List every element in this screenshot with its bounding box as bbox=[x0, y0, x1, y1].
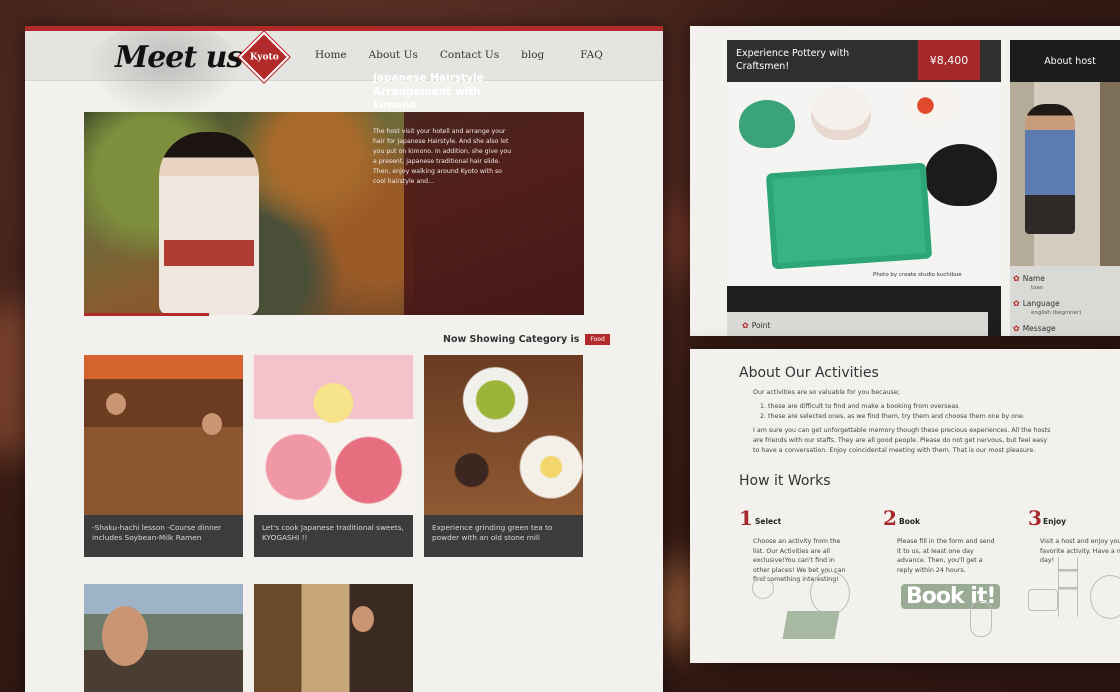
host-heading: About host bbox=[1010, 40, 1120, 82]
step-description: Please fill in the form and send it to u… bbox=[897, 538, 995, 574]
hero-progress-bar bbox=[84, 313, 209, 316]
card-photo bbox=[424, 355, 583, 515]
nav-home[interactable]: Home bbox=[315, 49, 347, 61]
hero-description: The host visit your hotell and arrange y… bbox=[373, 128, 512, 185]
activity-card[interactable]: -Shaku-hachi lesson -Course dinner inclu… bbox=[84, 355, 243, 557]
about-paragraph: I am sure you can get unforgettable memo… bbox=[753, 427, 1051, 454]
how-heading: How it Works bbox=[739, 473, 831, 489]
green-plate bbox=[765, 162, 933, 270]
card-caption: Let's cook Japanese traditional sweets, … bbox=[254, 515, 413, 557]
person-figure bbox=[106, 393, 126, 415]
nav-about-us[interactable]: About Us bbox=[369, 49, 418, 61]
card-caption: Experience grinding green tea to powder … bbox=[424, 515, 583, 557]
step-label: Enjoy bbox=[1043, 517, 1067, 526]
host-language-value: english (beginner) bbox=[1031, 310, 1082, 316]
activity-detail-page: Experience Pottery with Craftsmen! ¥8,40… bbox=[690, 26, 1120, 336]
about-page: About Our Activities Our activities are … bbox=[690, 349, 1120, 663]
smiley-icon bbox=[752, 577, 774, 599]
site-header: Meet us Kyoto Home About Us Contact Us b… bbox=[25, 31, 663, 118]
host-figure bbox=[1025, 104, 1075, 234]
about-reasons: these are difficult to find and make a b… bbox=[768, 402, 1025, 421]
category-indicator: Now Showing Category is Food bbox=[443, 334, 610, 345]
bowl-flower bbox=[811, 86, 871, 140]
activity-title: Experience Pottery with Craftsmen! bbox=[736, 48, 850, 72]
flower-icon: ✿ bbox=[1013, 324, 1020, 333]
step-number: 3 bbox=[1028, 506, 1042, 530]
flower-icon: ✿ bbox=[1013, 274, 1020, 283]
card-photo bbox=[254, 584, 413, 692]
kimono-obi bbox=[164, 240, 254, 266]
step-label: Book bbox=[899, 517, 921, 526]
host-name: ✿ Name toan bbox=[1013, 274, 1045, 291]
step-number: 1 bbox=[739, 506, 753, 530]
origami-crane-icon bbox=[1028, 589, 1058, 611]
step-description: Visit a host and enjoy your favorite act… bbox=[1040, 538, 1120, 564]
activity-card[interactable] bbox=[84, 584, 243, 692]
person-figure bbox=[352, 606, 374, 632]
photo-credit: Photo by create studio kuchibue bbox=[873, 272, 962, 278]
hand-pointer-icon bbox=[970, 601, 992, 637]
nav-faq[interactable]: FAQ bbox=[580, 49, 603, 61]
person-figure bbox=[102, 606, 148, 666]
person-sketch-icon bbox=[810, 571, 850, 615]
step-label: Select bbox=[755, 517, 782, 526]
site-logo[interactable]: Meet us Kyoto bbox=[115, 31, 292, 84]
host-message: ✿ Message bbox=[1013, 324, 1056, 333]
reason-item: these are selected ones, as we find them… bbox=[768, 412, 1025, 422]
logo-text: Meet us bbox=[115, 39, 243, 75]
main-nav: Home About Us Contact Us blog FAQ bbox=[315, 49, 625, 61]
activity-photo bbox=[727, 82, 1001, 286]
activity-card[interactable] bbox=[254, 584, 413, 692]
about-heading: About Our Activities bbox=[739, 365, 879, 381]
category-label: Now Showing Category is bbox=[443, 334, 580, 345]
activity-card[interactable]: Let's cook Japanese traditional sweets, … bbox=[254, 355, 413, 557]
logo-badge: Kyoto bbox=[237, 31, 292, 84]
point-label: ✿ Point bbox=[742, 321, 771, 330]
bowl-green bbox=[739, 100, 795, 148]
card-photo bbox=[84, 355, 243, 515]
category-badge[interactable]: Food bbox=[585, 334, 610, 345]
host-language: ✿ Language english (beginner) bbox=[1013, 299, 1082, 316]
step-number: 2 bbox=[883, 506, 897, 530]
host-name-value: toan bbox=[1031, 285, 1044, 291]
bowl-black bbox=[925, 144, 997, 206]
kimono-woman-figure bbox=[159, 132, 259, 315]
card-photo bbox=[254, 355, 413, 515]
nav-blog[interactable]: blog bbox=[521, 49, 544, 61]
laptop-icon bbox=[782, 611, 840, 639]
bowl-red-flower bbox=[903, 82, 959, 124]
price-badge: ¥8,400 bbox=[918, 40, 980, 80]
reason-item: these are difficult to find and make a b… bbox=[768, 402, 1025, 412]
flower-icon: ✿ bbox=[742, 321, 749, 330]
hero-title: Japanese Hairstyle Arrangement with kimo… bbox=[373, 72, 484, 111]
tower-icon bbox=[1058, 557, 1078, 617]
card-caption: -Shaku-hachi lesson -Course dinner inclu… bbox=[84, 515, 243, 557]
flower-icon: ✿ bbox=[1013, 299, 1020, 308]
person-sketch-icon bbox=[1090, 575, 1120, 619]
person-figure bbox=[202, 413, 222, 435]
activity-card[interactable]: Experience grinding green tea to powder … bbox=[424, 355, 583, 557]
listing-page: Meet us Kyoto Home About Us Contact Us b… bbox=[25, 26, 663, 692]
nav-contact-us[interactable]: Contact Us bbox=[440, 49, 499, 61]
about-intro: Our activities are so valuable for you b… bbox=[753, 389, 900, 396]
